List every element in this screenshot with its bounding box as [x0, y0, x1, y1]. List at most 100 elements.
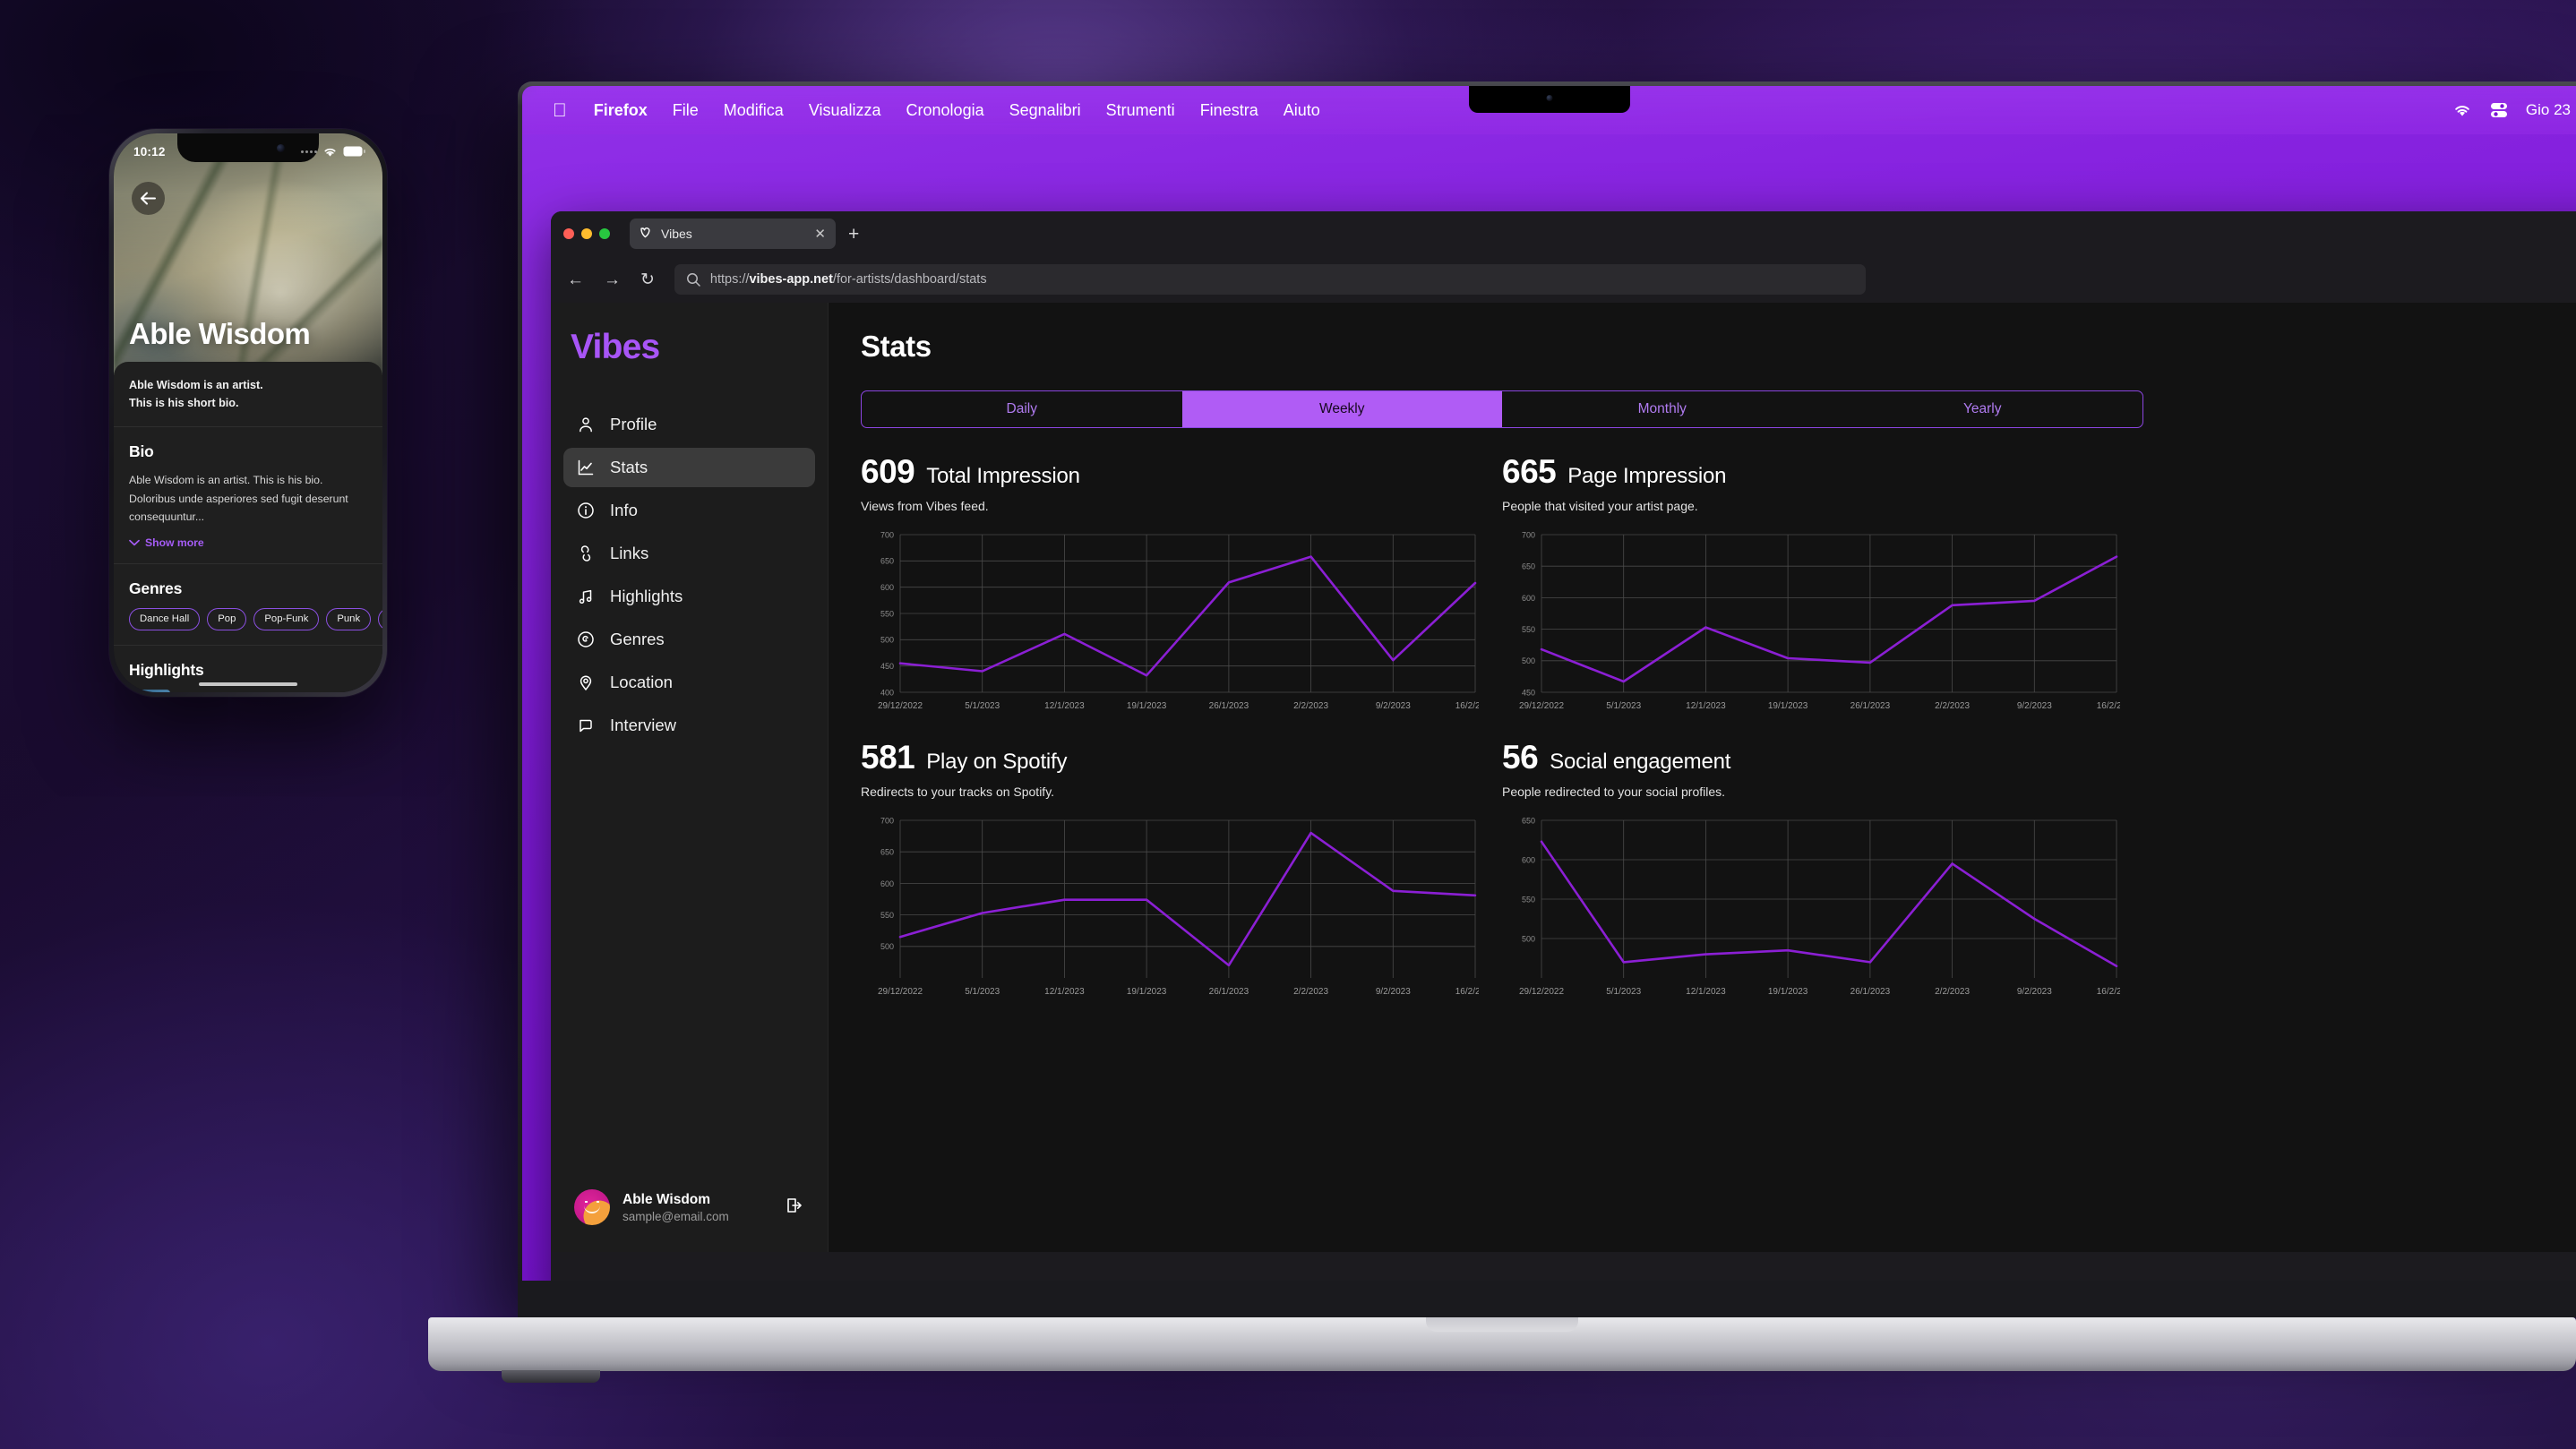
disc-icon [576, 630, 596, 649]
genre-chip[interactable]: Swing [378, 607, 382, 630]
phone-screen: 10:12 Able Wisdom Able Wisdom is an arti… [114, 133, 382, 692]
show-more-button[interactable]: Show more [129, 536, 367, 549]
menu-item-strumenti[interactable]: Strumenti [1094, 101, 1188, 120]
svg-text:26/1/2023: 26/1/2023 [1850, 987, 1891, 997]
signal-dots-icon [301, 150, 317, 153]
stat-subtitle: Views from Vibes feed. [861, 499, 989, 513]
svg-text:500: 500 [1522, 934, 1535, 943]
sidebar-item-info[interactable]: Info [563, 491, 815, 530]
reload-icon[interactable]: ↻ [640, 271, 655, 288]
menu-item-cronologia[interactable]: Cronologia [894, 101, 997, 120]
svg-text:700: 700 [880, 816, 894, 825]
svg-text:29/12/2022: 29/12/2022 [1519, 701, 1564, 711]
svg-text:600: 600 [1522, 594, 1535, 603]
svg-text:12/1/2023: 12/1/2023 [1044, 701, 1085, 711]
genre-chip[interactable]: Dance Hall [129, 607, 201, 630]
menu-item-finestra[interactable]: Finestra [1188, 101, 1271, 120]
menu-item-aiuto[interactable]: Aiuto [1271, 101, 1333, 120]
apple-logo-icon[interactable]:  [553, 101, 581, 120]
sidebar-item-label: Location [610, 673, 673, 691]
tab-monthly[interactable]: Monthly [1502, 391, 1823, 427]
genre-chip[interactable]: Punk [326, 607, 372, 630]
laptop-foot [502, 1370, 600, 1383]
svg-text:600: 600 [880, 583, 894, 592]
svg-text:400: 400 [880, 688, 894, 697]
svg-text:5/1/2023: 5/1/2023 [965, 701, 1000, 711]
stat-subtitle: People that visited your artist page. [1502, 499, 1698, 513]
sidebar-item-genres[interactable]: Genres [563, 620, 815, 659]
svg-text:650: 650 [880, 848, 894, 857]
tab-weekly[interactable]: Weekly [1181, 391, 1502, 427]
genre-chip[interactable]: Pop [207, 607, 247, 630]
menu-item-modifica[interactable]: Modifica [711, 101, 796, 120]
sidebar-item-location[interactable]: Location [563, 663, 815, 702]
menu-item-segnalibri[interactable]: Segnalibri [997, 101, 1094, 120]
svg-text:450: 450 [1522, 688, 1535, 697]
genre-chip-list: Dance Hall Pop Pop-Funk Punk Swing [129, 607, 382, 630]
stat-subtitle: Redirects to your tracks on Spotify. [861, 785, 1055, 799]
svg-text:500: 500 [1522, 656, 1535, 665]
sidebar-item-stats[interactable]: Stats [563, 448, 815, 487]
link-icon [576, 544, 596, 563]
app-brand-logo[interactable]: Vibes [551, 328, 828, 367]
url-domain: vibes-app.net [749, 272, 833, 287]
close-window-button[interactable] [563, 228, 574, 239]
laptop-lid-notch [1426, 1317, 1578, 1332]
svg-text:550: 550 [880, 609, 894, 618]
svg-text:26/1/2023: 26/1/2023 [1850, 701, 1891, 711]
svg-text:12/1/2023: 12/1/2023 [1044, 987, 1085, 997]
bio-section: Bio Able Wisdom is an artist. This is hi… [114, 427, 382, 564]
url-bar[interactable]: https://vibes-app.net/for-artists/dashbo… [674, 264, 1866, 295]
menubar-clock[interactable]: Gio 23 [2526, 101, 2571, 119]
arrow-right-icon[interactable]: → [604, 271, 621, 288]
genre-chip[interactable]: Pop-Funk [253, 607, 320, 630]
browser-nav-bar: ← → ↻ https://vibes-app.net/for-artists/… [551, 256, 2576, 303]
highlight-list-item[interactable]: Peg o' My Heart [129, 689, 367, 692]
browser-tab[interactable]: Vibes ✕ [630, 219, 836, 249]
line-chart: 400 450 500 550 600 650 700 29/12/2022 5/1/2023 1… [861, 527, 1479, 716]
close-icon[interactable]: ✕ [814, 227, 826, 241]
stat-value: 609 [861, 453, 915, 490]
sidebar-item-highlights[interactable]: Highlights [563, 577, 815, 616]
menu-item-firefox[interactable]: Firefox [581, 101, 660, 120]
svg-text:16/2/2023: 16/2/2023 [1455, 701, 1479, 711]
svg-text:26/1/2023: 26/1/2023 [1209, 701, 1249, 711]
tab-daily[interactable]: Daily [862, 391, 1182, 427]
sidebar-user-box[interactable]: Able Wisdom sample@email.com [563, 1180, 815, 1234]
svg-text:2/2/2023: 2/2/2023 [1935, 701, 1970, 711]
svg-text:5/1/2023: 5/1/2023 [965, 987, 1000, 997]
minimize-window-button[interactable] [581, 228, 592, 239]
artist-name: Able Wisdom [129, 317, 311, 350]
control-center-icon[interactable] [2490, 102, 2508, 118]
sidebar-item-interview[interactable]: Interview [563, 706, 815, 745]
wifi-icon[interactable] [2452, 103, 2472, 117]
svg-text:16/2/2023: 16/2/2023 [2097, 701, 2120, 711]
stat-subtitle: People redirected to your social profile… [1502, 785, 1726, 799]
firefox-window: Vibes ✕ + ˅ ← → ↻ https://vibes-app.net/… [551, 211, 2576, 1281]
range-tab-group: Daily Weekly Monthly Yearly [861, 390, 2143, 428]
logout-icon[interactable] [785, 1196, 804, 1220]
back-button[interactable] [132, 182, 165, 215]
arrow-left-icon[interactable]: ← [567, 271, 584, 288]
svg-text:12/1/2023: 12/1/2023 [1686, 987, 1726, 997]
sidebar-item-label: Highlights [610, 587, 683, 605]
tab-yearly[interactable]: Yearly [1823, 391, 2143, 427]
browser-tab-title: Vibes [661, 227, 692, 241]
line-chart: 450 500 550 600 650 700 29/12/2022 5/1/2023 12/1… [1502, 527, 2120, 716]
sidebar-item-links[interactable]: Links [563, 534, 815, 573]
stat-label: Total Impression [926, 464, 1080, 488]
webcam-icon [1546, 95, 1552, 101]
plus-icon[interactable]: + [848, 225, 859, 244]
svg-text:650: 650 [1522, 816, 1535, 825]
vibes-app: Vibes Profile Stats Info Links Highlight… [551, 303, 2576, 1252]
genres-heading: Genres [129, 579, 183, 597]
stat-value: 56 [1502, 739, 1539, 776]
sidebar-item-profile[interactable]: Profile [563, 405, 815, 444]
svg-text:9/2/2023: 9/2/2023 [2017, 987, 2052, 997]
maximize-window-button[interactable] [599, 228, 610, 239]
svg-text:16/2/2023: 16/2/2023 [2097, 987, 2120, 997]
menu-item-file[interactable]: File [660, 101, 711, 120]
sidebar-nav: Profile Stats Info Links Highlights Genr… [551, 405, 828, 745]
menu-item-visualizza[interactable]: Visualizza [796, 101, 894, 120]
svg-text:700: 700 [1522, 530, 1535, 539]
